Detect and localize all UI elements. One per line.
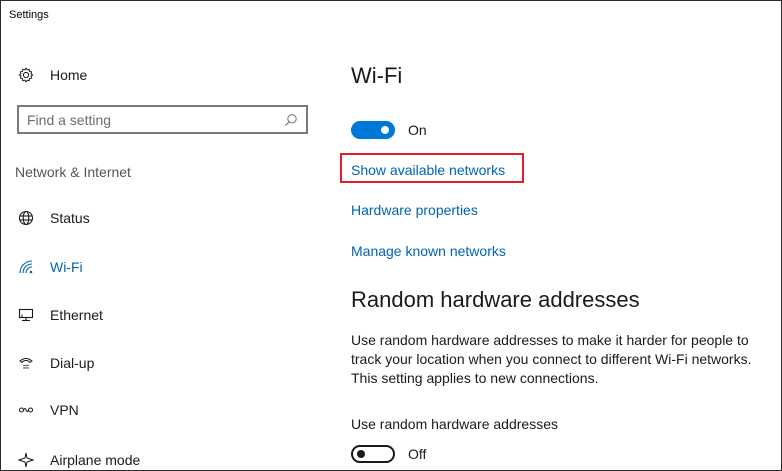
sidebar-item-dial-up[interactable]: Dial-up — [17, 351, 94, 375]
sidebar-item-airplane-mode[interactable]: Airplane mode — [17, 448, 141, 470]
description-line: Use random hardware addresses to make it… — [351, 332, 749, 348]
wifi-icon — [17, 258, 35, 276]
description-line: track your location when you connect to … — [351, 351, 752, 367]
wifi-toggle[interactable] — [351, 121, 395, 139]
search-input[interactable] — [17, 105, 308, 134]
page-title: Wi-Fi — [351, 63, 403, 88]
random-addresses-toggle[interactable] — [351, 445, 395, 463]
globe-icon — [17, 209, 35, 227]
random-addresses-toggle-state: Off — [408, 446, 427, 462]
show-available-networks-link[interactable]: Show available networks — [351, 162, 505, 178]
sidebar-item-label: Airplane mode — [50, 452, 141, 468]
random-addresses-toggle-row: Off — [351, 445, 426, 463]
sidebar-item-wifi[interactable]: Wi-Fi — [17, 255, 83, 279]
hardware-properties-link[interactable]: Hardware properties — [351, 202, 478, 218]
random-addresses-heading: Random hardware addresses — [351, 287, 640, 312]
wifi-toggle-state: On — [408, 122, 427, 138]
sidebar-item-ethernet[interactable]: Ethernet — [17, 303, 103, 327]
airplane-icon — [17, 451, 35, 469]
sidebar-item-label: Ethernet — [50, 307, 103, 323]
sidebar-item-status[interactable]: Status — [17, 206, 90, 230]
toggle-knob — [357, 450, 365, 458]
sidebar-item-label: Status — [50, 210, 90, 226]
ethernet-icon — [17, 306, 35, 324]
sidebar-item-label: Dial-up — [50, 355, 95, 371]
sidebar-item-vpn[interactable]: VPN — [17, 398, 79, 422]
description-line: This setting applies to new connections. — [351, 370, 599, 386]
home-label: Home — [50, 67, 88, 83]
search-field[interactable] — [27, 111, 284, 128]
phone-icon — [17, 354, 35, 372]
random-addresses-description: Use random hardware addresses to make it… — [351, 331, 781, 388]
vpn-icon — [17, 401, 35, 419]
sidebar: Home Network & Internet Status — [1, 1, 331, 470]
gear-icon — [17, 66, 35, 84]
section-label: Network & Internet — [15, 164, 131, 180]
sidebar-item-label: Wi-Fi — [50, 259, 83, 275]
home-nav-item[interactable]: Home — [17, 63, 87, 87]
search-icon[interactable] — [284, 113, 298, 127]
settings-window: Settings Home Network & Internet — [0, 0, 782, 471]
toggle-knob — [381, 126, 389, 134]
sidebar-item-label: VPN — [50, 402, 79, 418]
main-content: Wi-Fi On Show available networks Hardwar… — [340, 1, 781, 470]
wifi-toggle-row: On — [351, 121, 427, 139]
manage-known-networks-link[interactable]: Manage known networks — [351, 243, 506, 259]
random-addresses-setting-label: Use random hardware addresses — [351, 416, 558, 432]
